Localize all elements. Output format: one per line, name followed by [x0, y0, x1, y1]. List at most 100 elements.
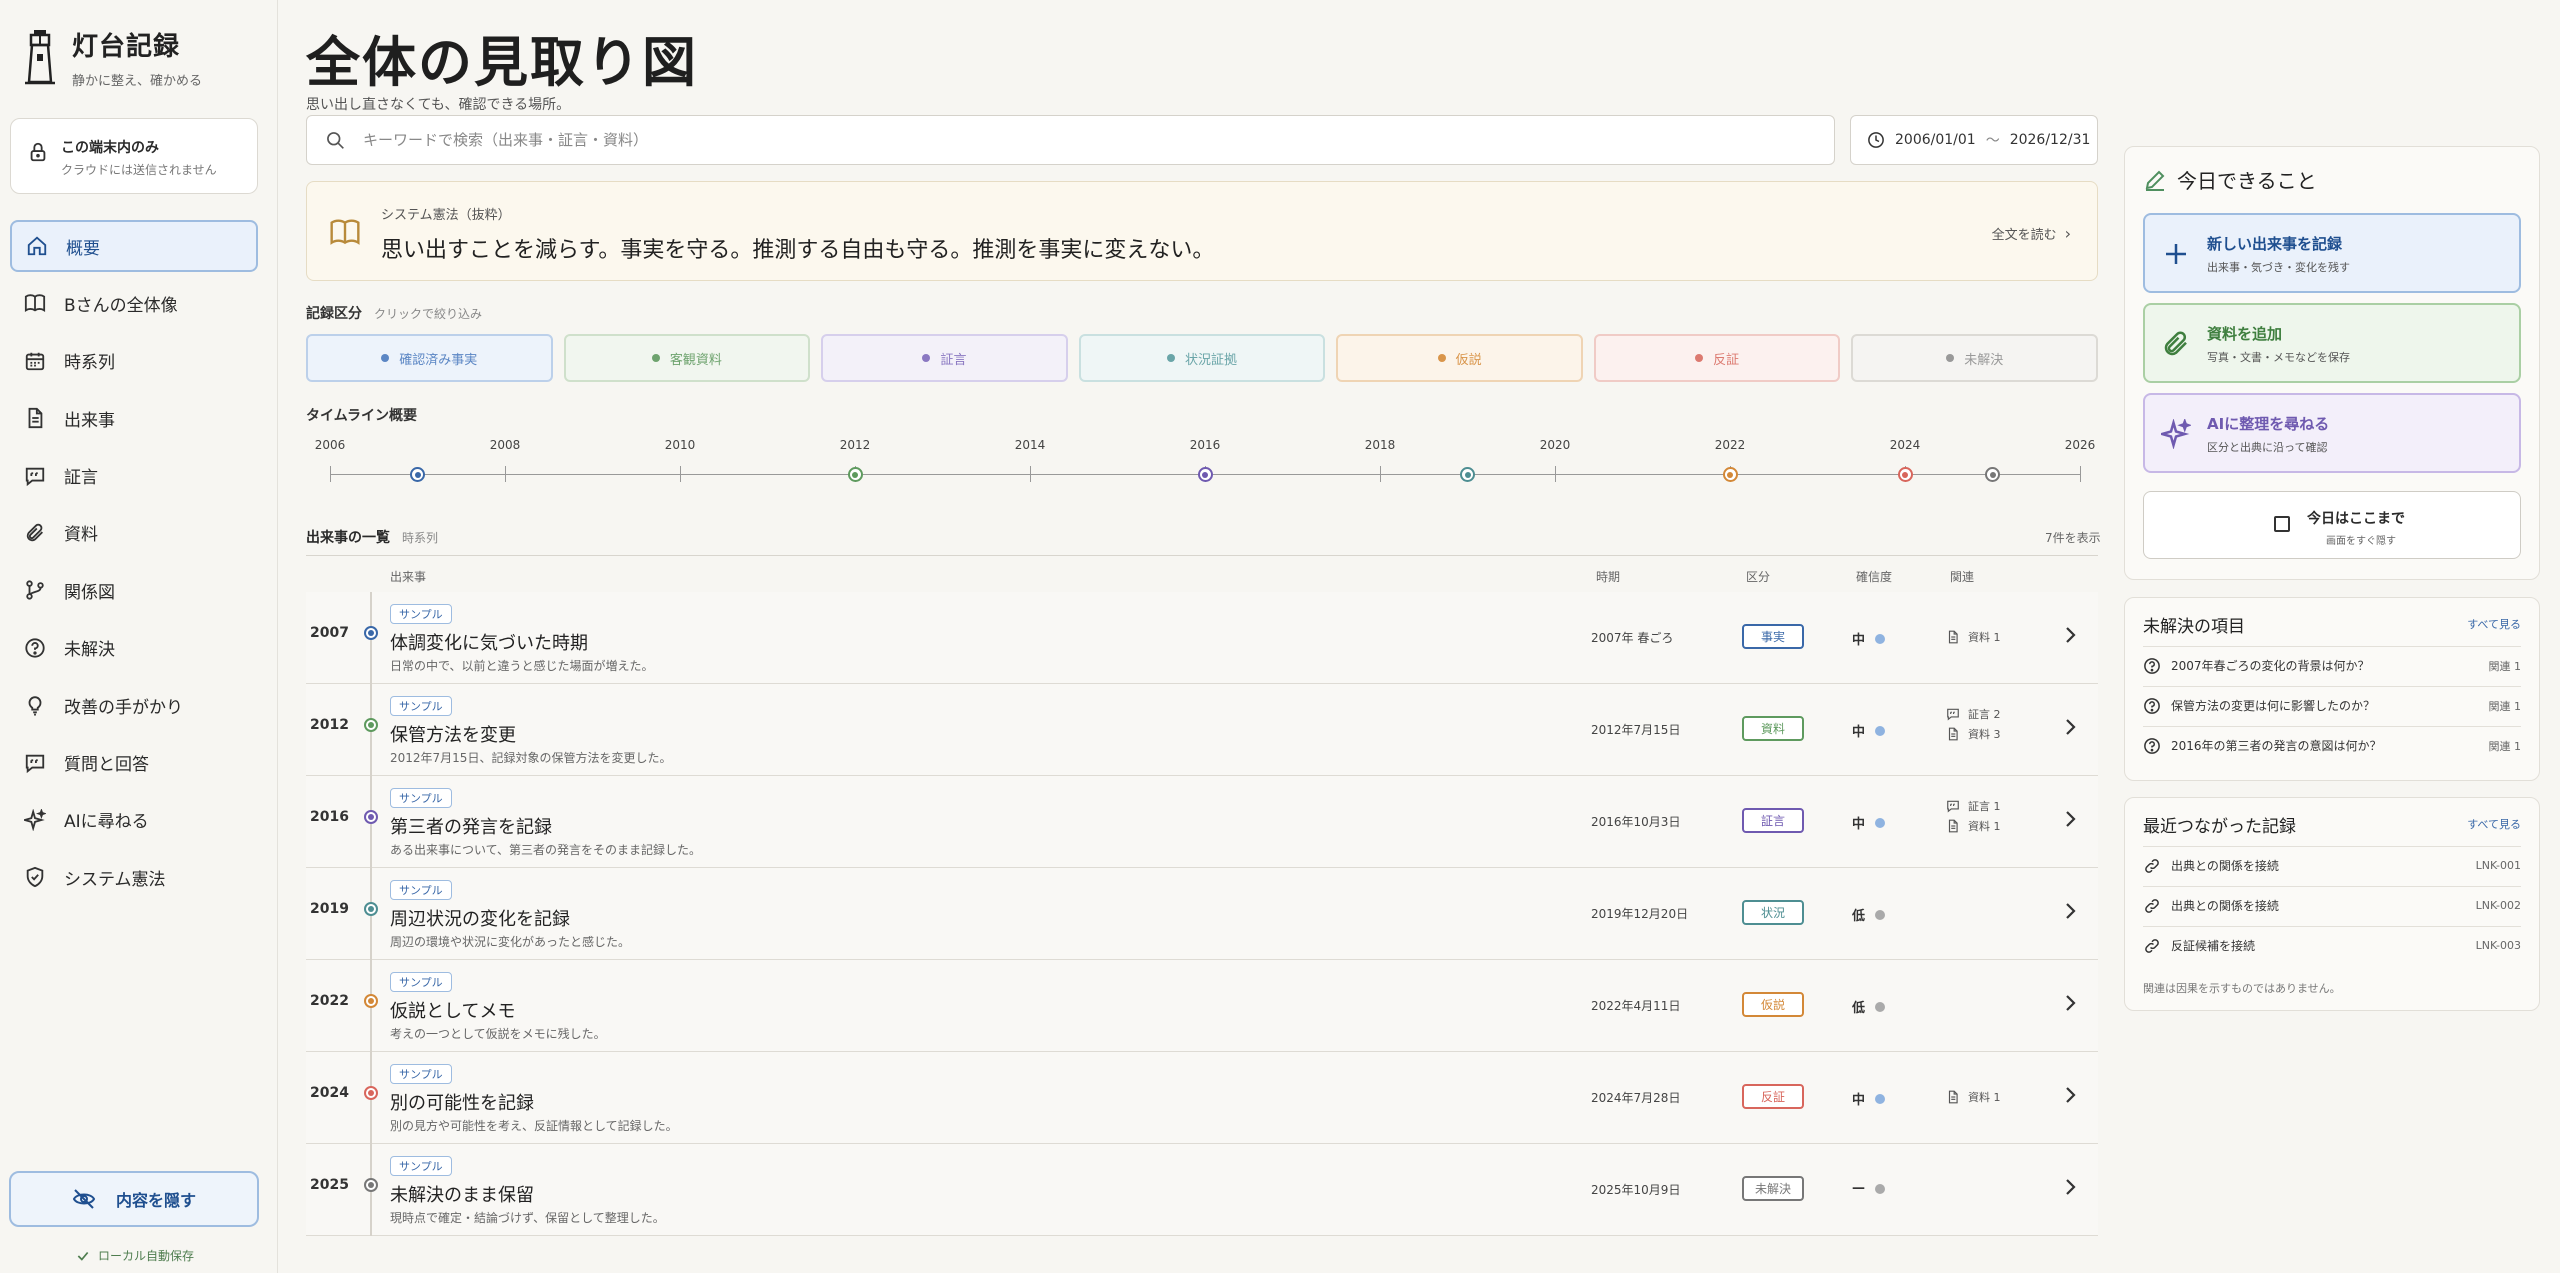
- unresolved-item[interactable]: 2016年の第三者の発言の意図は何か？ 関連 1: [2143, 726, 2521, 764]
- stop-for-today-title: 今日はここまで: [2307, 511, 2405, 527]
- sidebar-item-system-constitution[interactable]: システム憲法: [10, 851, 258, 903]
- filter-chip[interactable]: 未解決: [1851, 334, 2099, 382]
- timeline-tick-label: 2026: [2064, 438, 2096, 452]
- date-range-separator: 〜: [1985, 133, 2000, 149]
- chevron-right-icon[interactable]: [2060, 898, 2080, 924]
- event-node: [364, 810, 378, 824]
- event-node: [364, 994, 378, 1008]
- event-list-count: 7件を表示: [2045, 531, 2101, 545]
- event-node-dot: [368, 906, 374, 912]
- event-node: [364, 718, 378, 732]
- recent-see-all-link[interactable]: すべて見る: [2467, 816, 2521, 832]
- sidebar-item-testimony[interactable]: 証言: [10, 450, 258, 502]
- confidence-label: 中: [1852, 725, 1866, 740]
- sidebar-item-qa[interactable]: 質問と回答: [10, 737, 258, 789]
- read-full-link[interactable]: 全文を読む ›: [1992, 224, 2071, 243]
- event-row[interactable]: 2007 サンプル 体調変化に気づいた時期 日常の中で、以前と違うと感じた場面が増えた…: [306, 592, 2098, 684]
- timeline-tick: [1030, 466, 1031, 482]
- confidence: —: [1852, 1181, 1885, 1196]
- timeline-event-dot: [852, 471, 858, 478]
- shield-icon: [26, 867, 44, 888]
- chevron-right-icon[interactable]: [2060, 622, 2080, 648]
- add-material-button[interactable]: 資料を追加 写真・文書・メモなどを保存: [2143, 303, 2521, 383]
- timeline-event-marker[interactable]: [1985, 467, 2000, 482]
- filter-label: 状況証拠: [1185, 352, 1238, 368]
- filter-dot: [1695, 354, 1704, 362]
- chevron-right-icon[interactable]: [2060, 714, 2080, 740]
- brand: 灯台記録 静かに整え、確かめる: [22, 24, 262, 90]
- recent-link-item[interactable]: 出典との関係を接続 LNK-002: [2143, 886, 2521, 924]
- checkbox-icon: [2274, 516, 2290, 532]
- timeline-tick-label: 2014: [1014, 438, 1046, 452]
- category-badge: 仮説: [1742, 992, 1804, 1017]
- event-row[interactable]: 2012 サンプル 保管方法を変更 2012年7月15日、記録対象の保管方法を変更した…: [306, 684, 2098, 776]
- event-row[interactable]: 2022 サンプル 仮説としてメモ 考えの一つとして仮説をメモに残した。 2022年4月…: [306, 960, 2098, 1052]
- ask-ai-button[interactable]: AIに整理を尋ねる 区分と出典に沿って確認: [2143, 393, 2521, 473]
- divider: [306, 555, 2098, 556]
- search-bar: [306, 115, 1835, 165]
- page-title: 全体の見取り図: [306, 30, 698, 94]
- event-row[interactable]: 2025 サンプル 未解決のまま保留 現時点で確定・結論づけず、保留として整理した。 2…: [306, 1144, 2098, 1236]
- sidebar-item-events[interactable]: 出来事: [10, 392, 258, 444]
- sparkle-icon: [2161, 419, 2191, 449]
- filter-label: 未解決: [1964, 352, 2004, 368]
- event-row[interactable]: 2016 サンプル 第三者の発言を記録 ある出来事について、第三者の発言をそのまま記録…: [306, 776, 2098, 868]
- new-event-button[interactable]: 新しい出来事を記録 出来事・気づき・変化を残す: [2143, 213, 2521, 293]
- date-range-picker[interactable]: 2006/01/01 〜 2026/12/31: [1850, 115, 2098, 165]
- filter-dot: [922, 354, 931, 362]
- confidence: 中: [1852, 629, 1886, 648]
- timeline-event-marker[interactable]: [1722, 467, 1738, 482]
- quote-icon: [1947, 708, 1959, 721]
- timeline-event-marker[interactable]: [410, 467, 425, 482]
- filter-chip[interactable]: 確認済み事実: [306, 334, 553, 382]
- document-icon: [1948, 1090, 1958, 1104]
- date-range-end: 2026/12/31: [2009, 132, 2091, 148]
- hide-content-button[interactable]: 内容を隠す: [9, 1171, 259, 1227]
- unresolved-item[interactable]: 保管方法の変更は何に影響したのか？ 関連 1: [2143, 686, 2521, 724]
- sidebar-item-overview[interactable]: 概要: [10, 220, 258, 272]
- unresolved-item[interactable]: 2007年春ごろの変化の背景は何か？ 関連 1: [2143, 646, 2521, 684]
- event-row[interactable]: 2019 サンプル 周辺状況の変化を記録 周辺の環境や状況に変化があったと感じた。 20…: [306, 868, 2098, 960]
- event-row[interactable]: 2024 サンプル 別の可能性を記録 別の見方や可能性を考え、反証情報として記録した。…: [306, 1052, 2098, 1144]
- chevron-right-icon[interactable]: [2060, 1174, 2080, 1200]
- timeline-tick-label: 2022: [1714, 438, 1746, 452]
- recent-link-item[interactable]: 反証候補を接続 LNK-003: [2143, 926, 2521, 964]
- filter-chip[interactable]: 証言: [821, 334, 1068, 382]
- unresolved-see-all-link[interactable]: すべて見る: [2467, 616, 2521, 632]
- event-date: 2019年12月20日: [1591, 907, 1689, 921]
- confidence-dot: [1875, 909, 1886, 920]
- paperclip-icon: [26, 523, 43, 542]
- timeline-event-marker[interactable]: [1197, 467, 1213, 482]
- chevron-right-icon[interactable]: [2060, 806, 2080, 832]
- chevron-right-icon[interactable]: [2060, 990, 2080, 1016]
- filter-chip[interactable]: 状況証拠: [1078, 334, 1326, 382]
- brand-subtitle: 静かに整え、確かめる: [72, 74, 203, 89]
- timeline-event-marker[interactable]: [1897, 467, 1913, 482]
- chevron-right-icon[interactable]: [2060, 1082, 2080, 1108]
- event-title: 周辺状況の変化を記録: [390, 909, 570, 930]
- sidebar-item-improvement-hints[interactable]: 改善の手がかり: [10, 679, 258, 731]
- sidebar-item-ask-ai[interactable]: AIに尋ねる: [10, 794, 258, 846]
- sidebar-item-materials[interactable]: 資料: [10, 507, 258, 559]
- filter-chip[interactable]: 反証: [1593, 334, 1841, 382]
- filter-chip[interactable]: 仮説: [1336, 334, 1583, 382]
- sample-tag: サンプル: [390, 788, 452, 808]
- timeline-event-marker[interactable]: [1460, 467, 1475, 482]
- sidebar-item-timeline[interactable]: 時系列: [10, 335, 258, 387]
- read-full-label: 全文を読む: [1991, 228, 2057, 243]
- filter-chip[interactable]: 客観資料: [563, 334, 811, 382]
- timeline-tick-label: 2018: [1364, 438, 1396, 452]
- sidebar-item-unresolved[interactable]: 未解決: [10, 622, 258, 674]
- related-label: 資料 1: [1968, 1091, 2001, 1104]
- confidence-label: 中: [1852, 1093, 1866, 1108]
- search-input[interactable]: [363, 131, 1763, 149]
- recent-link-item[interactable]: 出典との関係を接続 LNK-001: [2143, 846, 2521, 884]
- related-item: 資料 1: [1946, 629, 2001, 645]
- related-item: 資料 1: [1946, 818, 2001, 834]
- event-date: 2025年10月9日: [1591, 1183, 1681, 1197]
- timeline-event-marker[interactable]: [847, 467, 863, 482]
- confidence-label: 低: [1852, 1001, 1866, 1016]
- sidebar-item-relations[interactable]: 関係図: [10, 564, 258, 616]
- sidebar-item-b-overview[interactable]: Bさんの全体像: [10, 277, 258, 329]
- stop-for-today-button[interactable]: 今日はここまで 画面をすぐ隠す: [2143, 491, 2521, 559]
